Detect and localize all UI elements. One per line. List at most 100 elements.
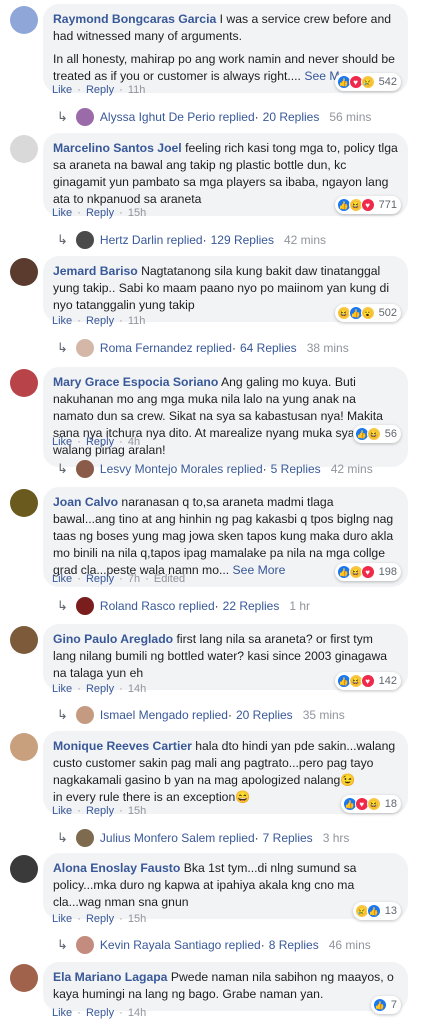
avatar[interactable] — [10, 733, 38, 761]
view-replies-link[interactable]: ↳ Hertz Darlin replied · 129 Replies 42 mi… — [57, 231, 326, 249]
comment-timestamp[interactable]: 14h — [128, 1007, 146, 1019]
reply-button[interactable]: Reply — [86, 573, 114, 585]
reply-arrow-icon: ↳ — [57, 461, 68, 476]
reply-arrow-icon: ↳ — [57, 830, 68, 845]
like-button[interactable]: Like — [52, 573, 72, 585]
reply-button[interactable]: Reply — [86, 84, 114, 96]
reply-avatar — [75, 460, 94, 478]
view-replies-link[interactable]: ↳ Kevin Rayala Santiago replied · 8 Repli… — [57, 936, 371, 954]
separator-dot: · — [116, 315, 126, 327]
reply-button[interactable]: Reply — [86, 805, 114, 817]
replier-name: Kevin Rayala Santiago replied — [99, 938, 261, 952]
avatar[interactable] — [10, 135, 38, 163]
reply-count: 5 Replies — [270, 462, 321, 476]
reply-arrow-icon: ↳ — [57, 598, 68, 613]
reply-button[interactable]: Reply — [86, 315, 114, 327]
haha-reaction-icon: 😆 — [366, 427, 381, 441]
avatar[interactable] — [10, 6, 38, 34]
reaction-count: 13 — [384, 905, 397, 917]
reply-button[interactable]: Reply — [86, 913, 114, 925]
reaction-summary[interactable]: 👍 😆 ♥ 771 — [334, 196, 401, 214]
reaction-summary[interactable]: 👍 😆 ♥ 198 — [334, 563, 401, 581]
reaction-summary[interactable]: 👍 ♥ 😆 18 — [340, 795, 401, 813]
reply-avatar — [75, 597, 94, 615]
comment-author[interactable]: Marcelino Santos Joel — [53, 141, 182, 155]
reply-avatar — [75, 829, 94, 847]
avatar[interactable] — [10, 626, 38, 654]
reply-count: 8 Replies — [268, 938, 319, 952]
comment-timestamp[interactable]: 15h — [128, 913, 146, 925]
avatar[interactable] — [10, 964, 38, 992]
separator-dot: · — [74, 436, 84, 448]
separator-dot: · — [74, 573, 84, 585]
like-button[interactable]: Like — [52, 84, 72, 96]
like-button[interactable]: Like — [52, 207, 72, 219]
like-button[interactable]: Like — [52, 805, 72, 817]
like-button[interactable]: Like — [52, 1007, 72, 1019]
comment-text-continued: in every rule there is an exception😄 — [53, 790, 251, 804]
comment-timestamp[interactable]: 15h — [128, 207, 146, 219]
avatar[interactable] — [10, 855, 38, 883]
love-reaction-icon: ♥ — [360, 198, 375, 212]
reaction-summary[interactable]: 😢 👍 13 — [352, 902, 401, 920]
reaction-summary[interactable]: 👍 7 — [370, 996, 401, 1014]
comment-timestamp[interactable]: 15h — [128, 805, 146, 817]
see-more-link[interactable]: See More — [233, 563, 286, 577]
reply-avatar — [75, 231, 94, 249]
reply-arrow-icon: ↳ — [57, 232, 68, 247]
comment-timestamp[interactable]: 7h — [128, 573, 140, 585]
comment-author[interactable]: Jemard Bariso — [53, 264, 138, 278]
view-replies-link[interactable]: ↳ Ismael Mengado replied · 20 Replies 35 m… — [57, 706, 345, 724]
view-replies-link[interactable]: ↳ Roma Fernandez replied · 64 Replies 38 m… — [57, 339, 349, 357]
view-replies-link[interactable]: ↳ Roland Rasco replied · 22 Replies 1 hr — [57, 597, 310, 615]
avatar[interactable] — [10, 369, 38, 397]
comment-timestamp[interactable]: 11h — [128, 84, 146, 96]
separator-dot: · — [116, 805, 126, 817]
separator-dot: · — [74, 805, 84, 817]
reaction-count: 502 — [378, 307, 397, 319]
reply-button[interactable]: Reply — [86, 207, 114, 219]
like-button[interactable]: Like — [52, 436, 72, 448]
view-replies-link[interactable]: ↳ Julius Monfero Salem replied · 7 Replie… — [57, 829, 349, 847]
comment-author[interactable]: Mary Grace Espocia Soriano — [53, 375, 218, 389]
separator-dot: · — [227, 708, 232, 722]
reaction-summary[interactable]: 👍 ♥ 😢 542 — [334, 73, 401, 91]
reaction-summary[interactable]: 👍 😆 ♥ 142 — [334, 672, 401, 690]
comment-author[interactable]: Ela Mariano Lagapa — [53, 970, 167, 984]
edited-label[interactable]: Edited — [154, 573, 185, 585]
separator-dot: · — [74, 913, 84, 925]
reply-avatar — [75, 706, 94, 724]
like-button[interactable]: Like — [52, 683, 72, 695]
reply-count: 129 Replies — [210, 233, 274, 247]
separator-dot: · — [116, 207, 126, 219]
comment-actions: Like · Reply · 14h — [52, 682, 146, 696]
view-replies-link[interactable]: ↳ Alyssa Ighut De Perio replied · 20 Repl… — [57, 108, 371, 126]
comment-author[interactable]: Gino Paulo Areglado — [53, 632, 173, 646]
reaction-count: 18 — [384, 798, 397, 810]
reply-button[interactable]: Reply — [86, 436, 114, 448]
reply-avatar — [75, 108, 94, 126]
reply-button[interactable]: Reply — [86, 1007, 114, 1019]
comment-author[interactable]: Alona Enoslay Fausto — [53, 861, 180, 875]
view-replies-link[interactable]: ↳ Lesvy Montejo Morales replied · 5 Repli… — [57, 460, 373, 478]
separator-dot: · — [74, 1007, 84, 1019]
reply-button[interactable]: Reply — [86, 683, 114, 695]
comment-timestamp[interactable]: 11h — [128, 315, 146, 327]
comment-author[interactable]: Monique Reeves Cartier — [53, 739, 192, 753]
like-button[interactable]: Like — [52, 315, 72, 327]
avatar[interactable] — [10, 489, 38, 517]
reply-time: 46 mins — [328, 938, 371, 952]
avatar[interactable] — [10, 258, 38, 286]
comment-author[interactable]: Joan Calvo — [53, 495, 118, 509]
like-button[interactable]: Like — [52, 913, 72, 925]
reaction-count: 7 — [390, 999, 397, 1011]
comment-author[interactable]: Raymond Bongcaras Garcia — [53, 12, 216, 26]
reaction-summary[interactable]: 😆 👍 😮 502 — [334, 304, 401, 322]
reply-arrow-icon: ↳ — [57, 340, 68, 355]
comment-timestamp[interactable]: 14h — [128, 683, 146, 695]
comment-timestamp[interactable]: 4h — [128, 436, 140, 448]
reply-time: 3 hrs — [322, 831, 350, 845]
reply-count: 20 Replies — [262, 110, 320, 124]
comment-actions: Like · Reply · 11h — [52, 314, 145, 328]
reaction-summary[interactable]: 👍 😆 56 — [352, 425, 401, 443]
